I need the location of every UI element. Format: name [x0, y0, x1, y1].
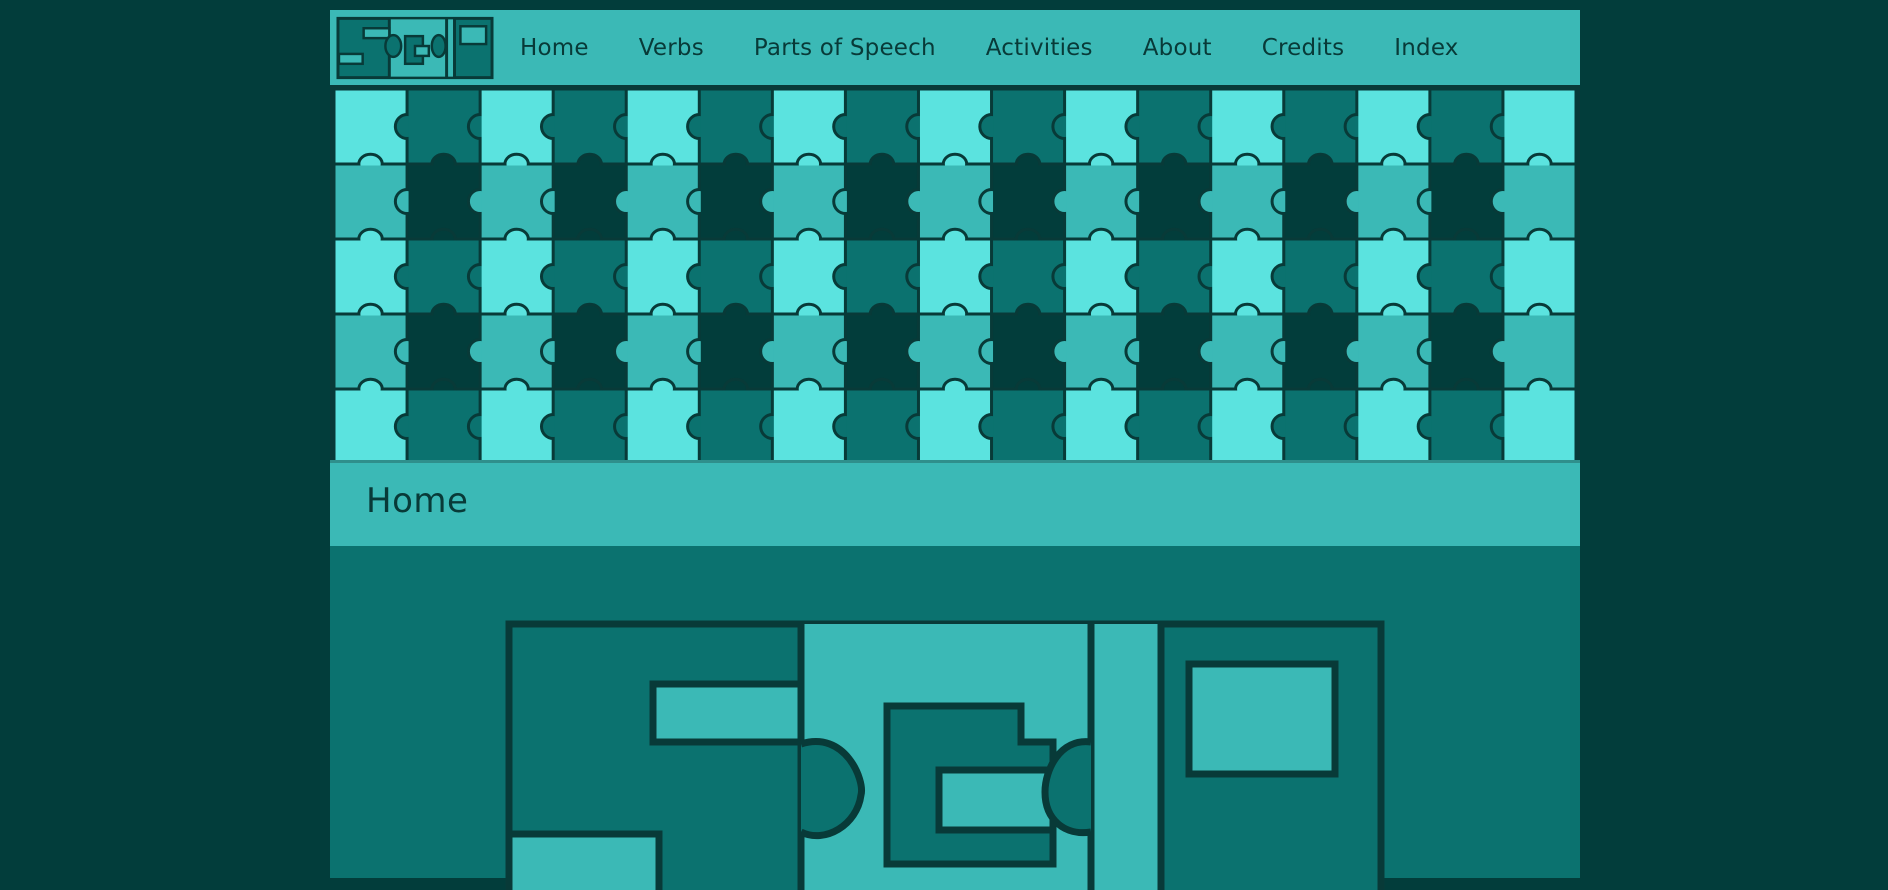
nav-item-home[interactable]: Home — [520, 35, 589, 61]
nav-item-credits[interactable]: Credits — [1262, 35, 1345, 61]
nav-item-activities[interactable]: Activities — [986, 35, 1093, 61]
nav-item-verbs[interactable]: Verbs — [639, 35, 704, 61]
nav-links: Home Verbs Parts of Speech Activities Ab… — [520, 10, 1509, 85]
puzzle-banner-image — [330, 85, 1580, 468]
hero-sgp-logo-icon — [505, 620, 1385, 890]
nav-item-index[interactable]: Index — [1394, 35, 1458, 61]
site-logo-icon[interactable] — [336, 16, 494, 80]
page-title: Home — [366, 481, 469, 521]
puzzle-piece — [1504, 315, 1575, 388]
puzzle-piece — [1504, 165, 1575, 238]
page-title-bar: Home — [330, 460, 1580, 546]
top-navigation: Home Verbs Parts of Speech Activities Ab… — [330, 10, 1580, 85]
page-container: Home Verbs Parts of Speech Activities Ab… — [330, 10, 1580, 890]
puzzle-piece — [1504, 90, 1575, 163]
puzzle-piece — [1504, 390, 1575, 463]
nav-item-parts-of-speech[interactable]: Parts of Speech — [754, 35, 936, 61]
puzzle-piece — [1504, 240, 1575, 313]
nav-item-about[interactable]: About — [1143, 35, 1212, 61]
